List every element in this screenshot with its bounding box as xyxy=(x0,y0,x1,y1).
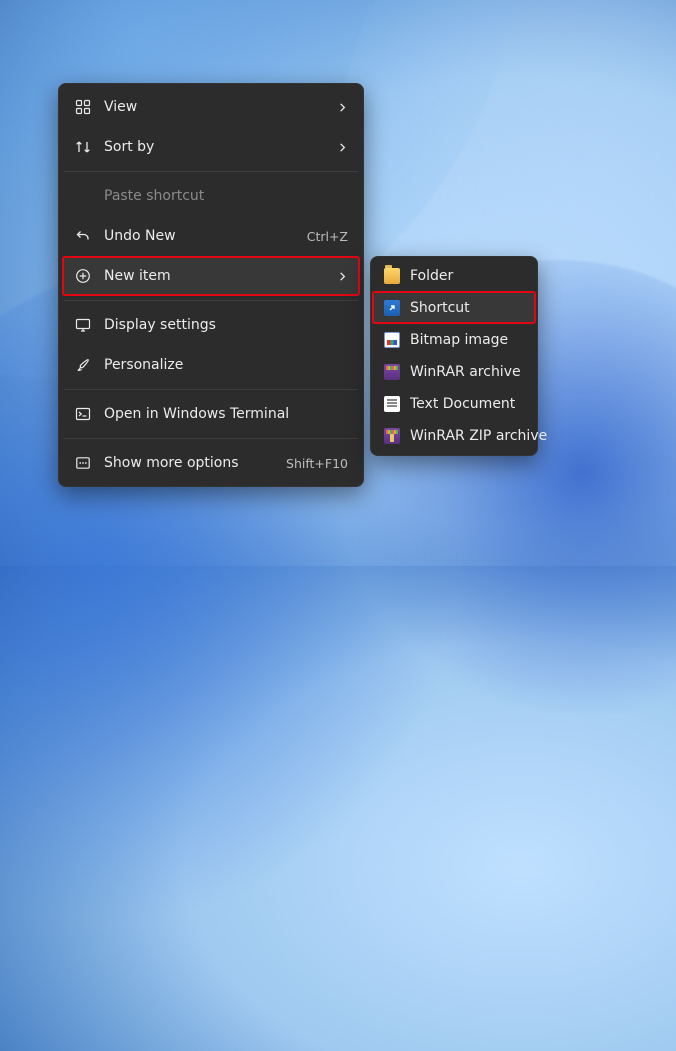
menu-item-label: Text Document xyxy=(410,396,524,412)
brush-icon xyxy=(74,356,92,374)
submenu-item-winrar[interactable]: WinRAR archive xyxy=(374,356,534,388)
submenu-item-bitmap[interactable]: Bitmap image xyxy=(374,324,534,356)
menu-item-label: Open in Windows Terminal xyxy=(104,406,348,422)
menu-item-label: Bitmap image xyxy=(410,332,524,348)
menu-item-accelerator: Ctrl+Z xyxy=(307,229,348,244)
text-document-icon xyxy=(384,396,400,412)
menu-item-label: Display settings xyxy=(104,317,348,333)
chevron-right-icon xyxy=(337,102,348,113)
menu-item-label: Paste shortcut xyxy=(104,188,348,204)
display-icon xyxy=(74,316,92,334)
blank-icon xyxy=(74,187,92,205)
desktop-context-menu: View Sort by Paste shortcut Undo New Ctr… xyxy=(58,83,364,487)
separator xyxy=(64,389,358,390)
chevron-right-icon xyxy=(337,142,348,153)
menu-item-undo[interactable]: Undo New Ctrl+Z xyxy=(62,216,360,256)
menu-item-label: View xyxy=(104,99,325,115)
menu-item-label: Folder xyxy=(410,268,524,284)
bitmap-icon xyxy=(384,332,400,348)
menu-item-paste-shortcut: Paste shortcut xyxy=(62,176,360,216)
submenu-item-winrar-zip[interactable]: WinRAR ZIP archive xyxy=(374,420,534,452)
menu-item-sort-by[interactable]: Sort by xyxy=(62,127,360,167)
menu-item-label: Show more options xyxy=(104,455,274,471)
menu-item-label: WinRAR archive xyxy=(410,364,524,380)
menu-item-personalize[interactable]: Personalize xyxy=(62,345,360,385)
folder-icon xyxy=(384,268,400,284)
menu-item-label: Undo New xyxy=(104,228,295,244)
menu-item-open-terminal[interactable]: Open in Windows Terminal xyxy=(62,394,360,434)
grid-icon xyxy=(74,98,92,116)
menu-item-label: Shortcut xyxy=(410,300,524,316)
menu-item-display-settings[interactable]: Display settings xyxy=(62,305,360,345)
menu-item-label: Personalize xyxy=(104,357,348,373)
separator xyxy=(64,171,358,172)
menu-item-label: WinRAR ZIP archive xyxy=(410,428,547,444)
menu-item-show-more-options[interactable]: Show more options Shift+F10 xyxy=(62,443,360,483)
sort-icon xyxy=(74,138,92,156)
menu-item-label: Sort by xyxy=(104,139,325,155)
shortcut-icon xyxy=(384,300,400,316)
winrar-icon xyxy=(384,364,400,380)
submenu-item-shortcut[interactable]: Shortcut xyxy=(374,292,534,324)
undo-icon xyxy=(74,227,92,245)
separator xyxy=(64,300,358,301)
menu-item-view[interactable]: View xyxy=(62,87,360,127)
terminal-icon xyxy=(74,405,92,423)
menu-item-accelerator: Shift+F10 xyxy=(286,456,348,471)
winrar-zip-icon xyxy=(384,428,400,444)
chevron-right-icon xyxy=(337,271,348,282)
submenu-item-folder[interactable]: Folder xyxy=(374,260,534,292)
more-options-icon xyxy=(74,454,92,472)
plus-circle-icon xyxy=(74,267,92,285)
separator xyxy=(64,438,358,439)
submenu-item-text-document[interactable]: Text Document xyxy=(374,388,534,420)
new-item-submenu: Folder Shortcut Bitmap image WinRAR arch… xyxy=(370,256,538,456)
menu-item-label: New item xyxy=(104,268,325,284)
menu-item-new[interactable]: New item xyxy=(62,256,360,296)
